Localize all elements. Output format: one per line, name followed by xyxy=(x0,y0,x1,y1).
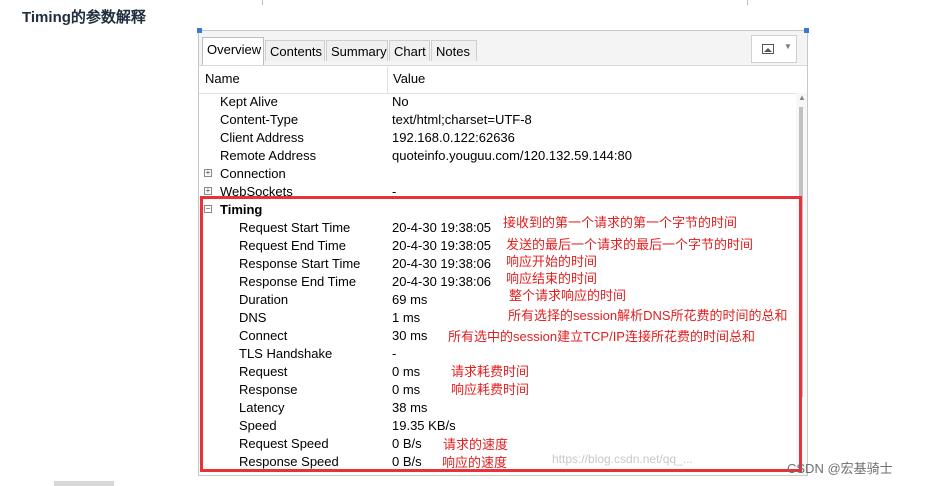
tab-summary[interactable]: Summary xyxy=(326,40,388,61)
column-header-value[interactable]: Value xyxy=(393,71,425,86)
property-row[interactable]: Content-Type text/html;charset=UTF-8 xyxy=(199,111,797,129)
annotation-note: 接收到的第一个请求的第一个字节的时间 xyxy=(503,215,738,230)
property-name: Remote Address xyxy=(220,148,317,163)
property-row[interactable]: Kept Alive No xyxy=(199,93,797,111)
page-heading: Timing的参数解释 xyxy=(22,9,146,26)
column-divider[interactable] xyxy=(387,67,388,93)
image-icon xyxy=(762,44,774,54)
property-row[interactable]: Remote Address quoteinfo.youguu.com/120.1… xyxy=(199,147,797,165)
selection-handle xyxy=(804,28,809,33)
annotation-note: 响应的速度 xyxy=(442,455,508,470)
image-menu-button[interactable]: ▼ xyxy=(751,35,797,63)
annotation-note: 请求的速度 xyxy=(443,437,509,452)
property-name: Content-Type xyxy=(220,112,299,127)
property-value: No xyxy=(392,94,409,109)
property-name: Client Address xyxy=(220,130,304,145)
annotation-note: 整个请求响应的时间 xyxy=(509,288,627,303)
tab-bar: Overview Contents Summary Chart Notes ▼ xyxy=(199,31,807,66)
chevron-down-icon: ▼ xyxy=(784,42,792,51)
annotation-note: 所有选中的session建立TCP/IP连接所花费的时间总和 xyxy=(448,329,755,344)
tab-contents[interactable]: Contents xyxy=(265,40,325,61)
bottom-clipped-text xyxy=(54,481,114,486)
property-row[interactable]: Client Address 192.168.0.122:62636 xyxy=(199,129,797,147)
annotation-note: 响应耗费时间 xyxy=(451,382,530,397)
table-header: Name Value xyxy=(199,65,797,94)
selection-handle xyxy=(197,28,202,33)
page-root: Timing的参数解释 Overview Contents Summary Ch… xyxy=(0,0,939,486)
annotation-note: 请求耗费时间 xyxy=(451,364,530,379)
annotation-note: 所有选择的session解析DNS所花费的时间的总和 xyxy=(508,308,788,323)
expand-icon[interactable]: + xyxy=(204,169,212,177)
expand-icon[interactable]: + xyxy=(204,187,212,195)
tab-overview[interactable]: Overview xyxy=(202,37,264,65)
top-strip xyxy=(262,0,748,5)
tab-chart[interactable]: Chart xyxy=(389,40,430,61)
property-value: text/html;charset=UTF-8 xyxy=(392,112,532,127)
watermark-csdn: CSDN @宏基骑士 xyxy=(787,461,893,476)
property-value: 192.168.0.122:62636 xyxy=(392,130,515,145)
tab-notes[interactable]: Notes xyxy=(431,40,477,61)
property-row[interactable]: + Connection xyxy=(199,165,797,183)
property-value: quoteinfo.youguu.com/120.132.59.144:80 xyxy=(392,148,632,163)
scroll-up-icon[interactable]: ▲ xyxy=(798,93,806,102)
property-name: Connection xyxy=(220,166,286,181)
property-name: Kept Alive xyxy=(220,94,278,109)
watermark-url: https://blog.csdn.net/qq_... xyxy=(552,452,693,466)
column-header-name[interactable]: Name xyxy=(205,71,240,86)
